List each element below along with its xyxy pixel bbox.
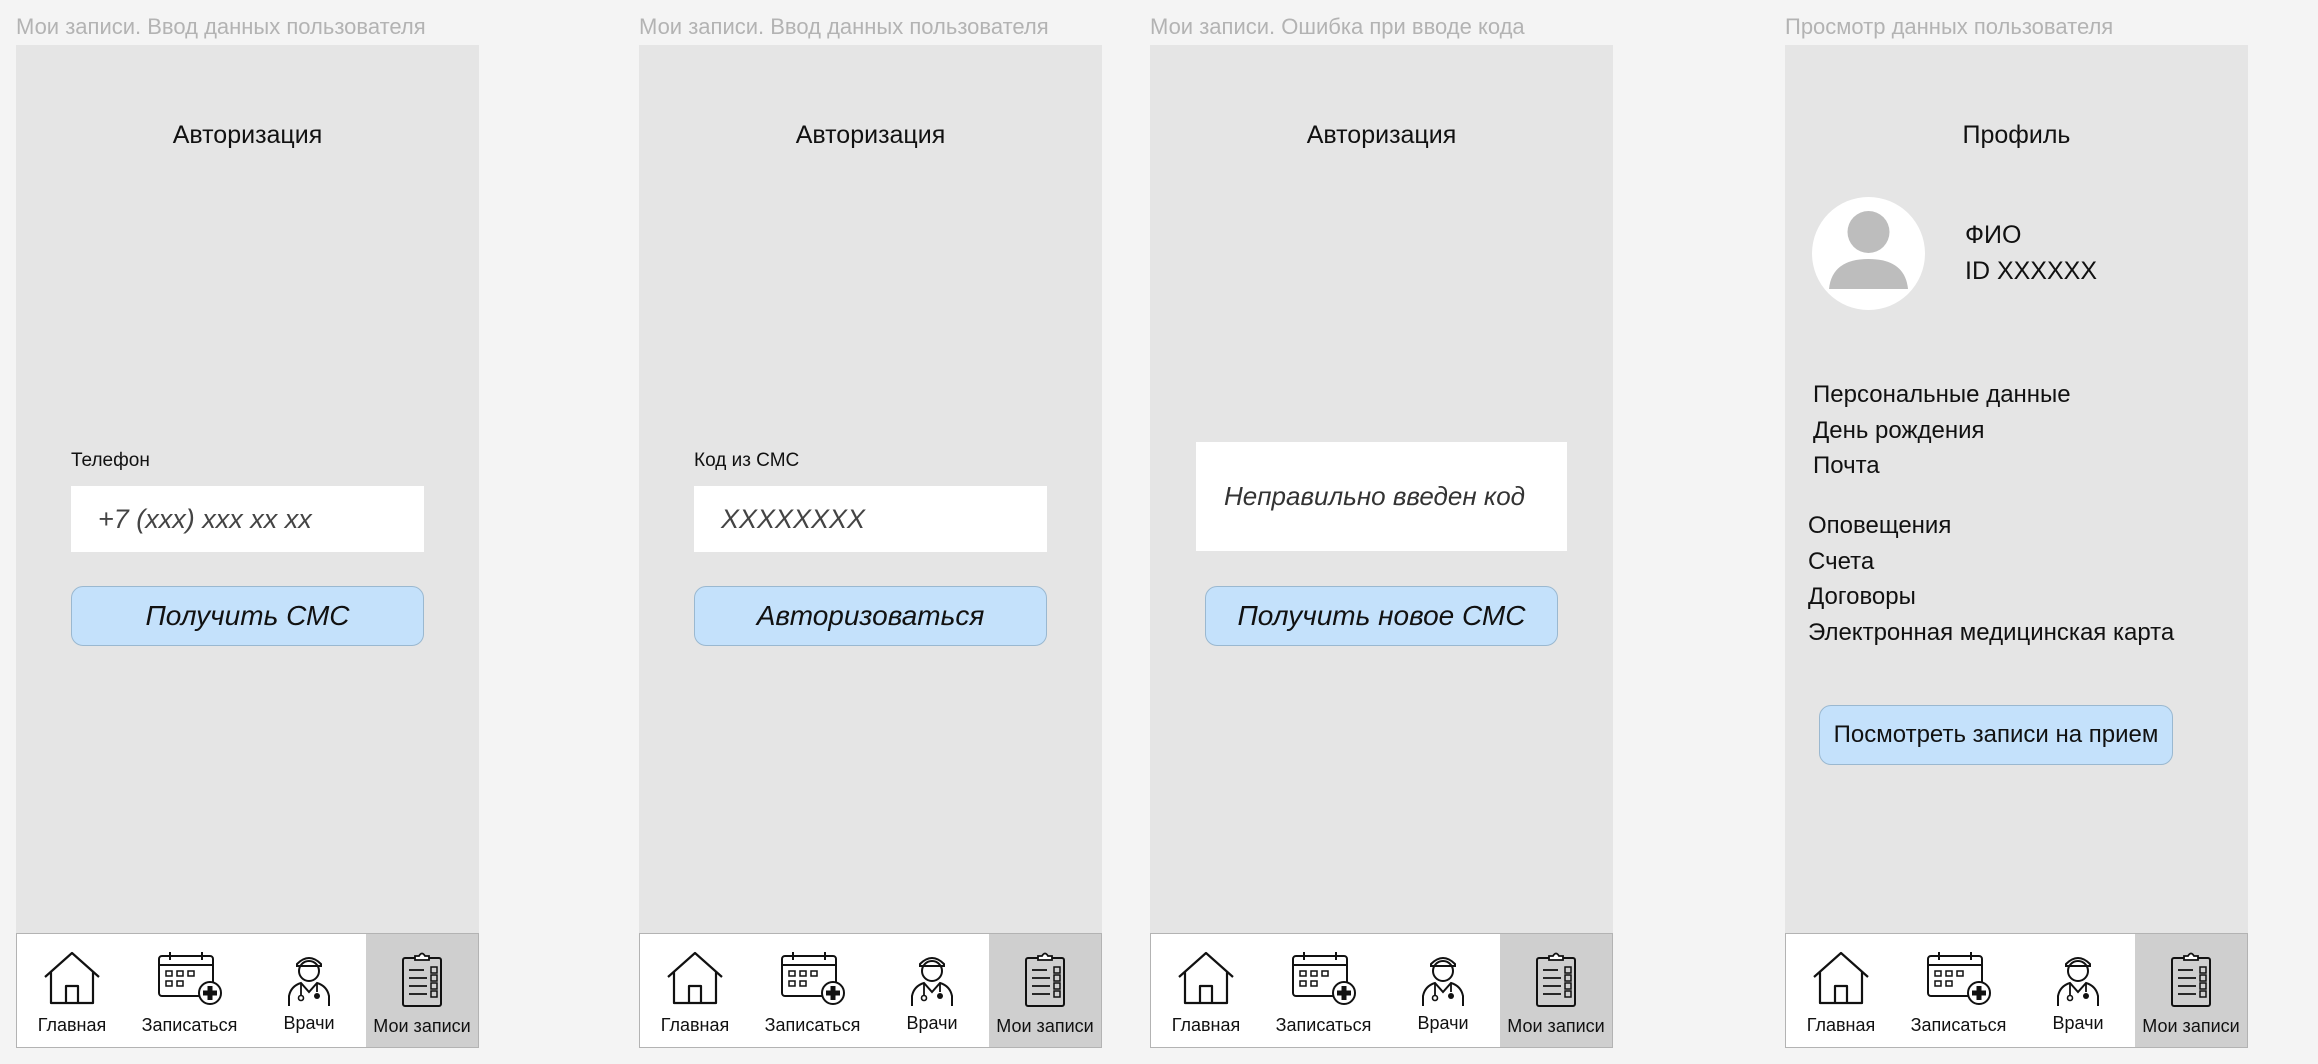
tab-book[interactable]: Записаться <box>1896 934 2021 1047</box>
authorize-button[interactable]: Авторизоваться <box>694 586 1047 646</box>
error-message: Неправильно введен код <box>1196 442 1567 551</box>
tab-label: Мои записи <box>373 1016 471 1036</box>
house-icon <box>667 951 723 1005</box>
tab-book[interactable]: Записаться <box>750 934 875 1047</box>
notifications-link[interactable]: Оповещения <box>1808 508 2174 544</box>
email-link[interactable]: Почта <box>1813 448 2071 484</box>
get-new-sms-button[interactable]: Получить новое СМС <box>1205 586 1558 646</box>
sms-code-input[interactable]: XXXXXXXX <box>694 486 1047 552</box>
tab-label: Врачи <box>283 1013 335 1033</box>
tab-label: Главная <box>660 1015 730 1035</box>
phone-screen-profile: Профиль ФИО ID XXXXXX Персональные данны… <box>1785 45 2248 1048</box>
tab-doctors[interactable]: Врачи <box>875 934 989 1047</box>
doctor-icon <box>911 957 953 1006</box>
tab-home[interactable]: Главная <box>1786 934 1896 1047</box>
view-appointments-button[interactable]: Посмотреть записи на прием <box>1819 705 2173 765</box>
house-icon <box>44 951 100 1005</box>
phone-screen-code-input: Авторизация Код из СМС XXXXXXXX Авторизо… <box>639 45 1102 1048</box>
tab-doctors[interactable]: Врачи <box>1386 934 1500 1047</box>
tab-label: Записаться <box>141 1015 238 1035</box>
clipboard-list-icon <box>2171 952 2211 1007</box>
tab-home[interactable]: Главная <box>17 934 127 1047</box>
calendar-plus-icon <box>157 952 222 1005</box>
calendar-plus-icon <box>780 952 845 1005</box>
screen-title: Авторизация <box>1306 121 1457 149</box>
tab-book[interactable]: Записаться <box>127 934 252 1047</box>
screen-title: Авторизация <box>795 121 946 149</box>
screen-title: Авторизация <box>172 121 323 149</box>
tab-bar: Главная Записаться Врачи Мои записи <box>1150 933 1613 1048</box>
calendar-plus-icon <box>1291 952 1356 1005</box>
doctor-icon <box>1422 957 1464 1006</box>
tab-home[interactable]: Главная <box>1151 934 1261 1047</box>
tab-label: Главная <box>37 1015 107 1035</box>
screen-caption: Просмотр данных пользователя <box>1785 14 2114 39</box>
tab-label: Мои записи <box>1507 1016 1605 1036</box>
tab-label: Врачи <box>906 1013 958 1033</box>
medical-record-link[interactable]: Электронная медицинская карта <box>1808 615 2174 651</box>
screen-title: Профиль <box>1962 121 2071 149</box>
tab-book[interactable]: Записаться <box>1261 934 1386 1047</box>
phone-screen-phone-input: Авторизация Телефон +7 (xxx) xxx xx xx П… <box>16 45 479 1048</box>
profile-menu-list: Оповещения Счета Договоры Электронная ме… <box>1808 508 2174 650</box>
bills-link[interactable]: Счета <box>1808 544 2174 580</box>
tab-records[interactable]: Мои записи <box>2135 934 2247 1047</box>
tab-label: Мои записи <box>2142 1016 2240 1036</box>
tab-label: Записаться <box>764 1015 861 1035</box>
user-id: ID XXXXXX <box>1965 257 2097 285</box>
tab-bar: Главная Записаться Врачи Мои записи <box>639 933 1102 1048</box>
clipboard-list-icon <box>1025 952 1065 1007</box>
tab-label: Врачи <box>2052 1013 2104 1033</box>
tab-label: Записаться <box>1910 1015 2007 1035</box>
personal-info-list: Персональные данные День рождения Почта <box>1813 377 2071 484</box>
tab-label: Записаться <box>1275 1015 1372 1035</box>
clipboard-list-icon <box>402 952 442 1007</box>
doctor-icon <box>2057 957 2099 1006</box>
doctor-icon <box>288 957 330 1006</box>
house-icon <box>1813 951 1869 1005</box>
sms-code-label: Код из СМС <box>694 450 800 471</box>
screen-caption: Мои записи. Ввод данных пользователя <box>16 14 426 39</box>
phone-screen-code-error: Авторизация Неправильно введен код Получ… <box>1150 45 1613 1048</box>
tab-records[interactable]: Мои записи <box>366 934 478 1047</box>
tab-bar: Главная Записаться Врачи Мои записи <box>16 933 479 1048</box>
avatar <box>1812 197 1925 310</box>
tab-home[interactable]: Главная <box>640 934 750 1047</box>
tab-bar: Главная Записаться Врачи Мои записи <box>1785 933 2248 1048</box>
user-full-name: ФИО <box>1965 221 2022 249</box>
tab-records[interactable]: Мои записи <box>989 934 1101 1047</box>
clipboard-list-icon <box>1536 952 1576 1007</box>
calendar-plus-icon <box>1926 952 1991 1005</box>
contracts-link[interactable]: Договоры <box>1808 579 2174 615</box>
phone-input[interactable]: +7 (xxx) xxx xx xx <box>71 486 424 552</box>
house-icon <box>1178 951 1234 1005</box>
personal-data-link[interactable]: Персональные данные <box>1813 377 2071 413</box>
screen-caption: Мои записи. Ошибка при вводе кода <box>1150 14 1525 39</box>
tab-label: Врачи <box>1417 1013 1469 1033</box>
get-sms-button[interactable]: Получить СМС <box>71 586 424 646</box>
phone-label: Телефон <box>71 450 150 471</box>
tab-label: Мои записи <box>996 1016 1094 1036</box>
tab-doctors[interactable]: Врачи <box>2021 934 2135 1047</box>
birthday-link[interactable]: День рождения <box>1813 413 2071 449</box>
tab-label: Главная <box>1806 1015 1876 1035</box>
tab-doctors[interactable]: Врачи <box>252 934 366 1047</box>
tab-records[interactable]: Мои записи <box>1500 934 1612 1047</box>
user-placeholder-icon <box>1829 211 1908 289</box>
tab-label: Главная <box>1171 1015 1241 1035</box>
screen-caption: Мои записи. Ввод данных пользователя <box>639 14 1049 39</box>
